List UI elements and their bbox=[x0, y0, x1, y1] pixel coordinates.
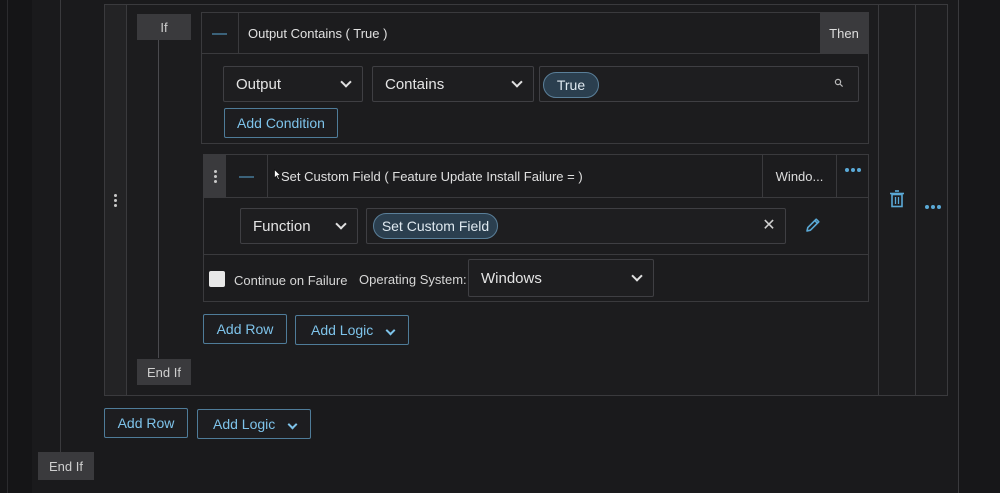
block-more-button[interactable] bbox=[920, 198, 946, 216]
add-logic-label: Add Logic bbox=[213, 416, 276, 432]
script-editor: If End If — Output Contains ( True ) The… bbox=[0, 0, 1000, 493]
add-row-button-inner[interactable]: Add Row bbox=[203, 314, 287, 344]
condition-field-select[interactable]: Output bbox=[223, 66, 363, 102]
add-condition-button[interactable]: Add Condition bbox=[224, 108, 338, 138]
action-title: Set Custom Field ( Feature Update Instal… bbox=[281, 168, 583, 184]
pencil-icon[interactable] bbox=[803, 215, 823, 235]
condition-operator-select[interactable]: Contains bbox=[372, 66, 534, 102]
chevron-down-icon bbox=[335, 217, 347, 230]
if-tag: If bbox=[137, 14, 191, 40]
trash-icon[interactable] bbox=[889, 190, 905, 208]
action-more-button[interactable] bbox=[838, 160, 868, 180]
end-if-tag-outer: End If bbox=[38, 452, 94, 480]
condition-field-value: Output bbox=[236, 75, 282, 93]
action-os-badge: Windo... bbox=[762, 155, 837, 197]
left-rail-line bbox=[7, 0, 8, 493]
then-tag: Then bbox=[820, 13, 868, 53]
add-logic-button-outer[interactable]: Add Logic bbox=[197, 409, 311, 439]
add-logic-button-inner[interactable]: Add Logic bbox=[295, 315, 409, 345]
vertical-dots-icon bbox=[213, 168, 217, 185]
collapse-action-button[interactable]: — bbox=[226, 155, 268, 197]
right-rail bbox=[959, 0, 1000, 493]
action-drag-handle[interactable] bbox=[204, 155, 226, 197]
right-rail-line bbox=[958, 0, 959, 493]
minus-icon: — bbox=[212, 24, 227, 42]
right-column-divider bbox=[878, 5, 879, 395]
function-chip[interactable]: Set Custom Field bbox=[373, 213, 498, 239]
add-logic-label: Add Logic bbox=[311, 322, 374, 338]
operating-system-label: Operating System: bbox=[359, 271, 467, 287]
operating-system-value: Windows bbox=[481, 269, 542, 287]
mouse-cursor-icon bbox=[274, 169, 281, 180]
chevron-down-icon[interactable] bbox=[287, 419, 298, 430]
continue-on-failure-checkbox[interactable] bbox=[209, 271, 225, 287]
chevron-down-icon[interactable] bbox=[385, 325, 396, 336]
right-column-divider bbox=[915, 5, 916, 395]
vertical-dots-icon bbox=[114, 192, 117, 209]
condition-operator-value: Contains bbox=[385, 75, 445, 93]
end-if-tag-inner: End If bbox=[137, 359, 191, 385]
operating-system-select[interactable]: Windows bbox=[468, 259, 654, 297]
add-row-button-outer[interactable]: Add Row bbox=[104, 408, 188, 438]
continue-on-failure-label: Continue on Failure bbox=[234, 272, 348, 288]
chevron-down-icon bbox=[631, 269, 643, 282]
search-icon[interactable] bbox=[834, 78, 844, 88]
outer-if-line bbox=[60, 0, 61, 455]
close-icon[interactable]: ✕ bbox=[758, 214, 780, 236]
action-divider bbox=[203, 254, 869, 255]
chevron-down-icon bbox=[340, 75, 352, 88]
action-type-select[interactable]: Function bbox=[240, 208, 358, 244]
block-drag-handle[interactable] bbox=[105, 5, 127, 395]
action-type-value: Function bbox=[253, 217, 311, 235]
if-connector-line bbox=[158, 40, 159, 358]
collapse-condition-button[interactable]: — bbox=[201, 12, 239, 54]
minus-icon: — bbox=[239, 167, 254, 185]
chevron-down-icon bbox=[511, 75, 523, 88]
condition-title: Output Contains ( True ) bbox=[248, 25, 388, 41]
left-rail bbox=[0, 0, 32, 493]
value-chip[interactable]: True bbox=[543, 72, 599, 98]
